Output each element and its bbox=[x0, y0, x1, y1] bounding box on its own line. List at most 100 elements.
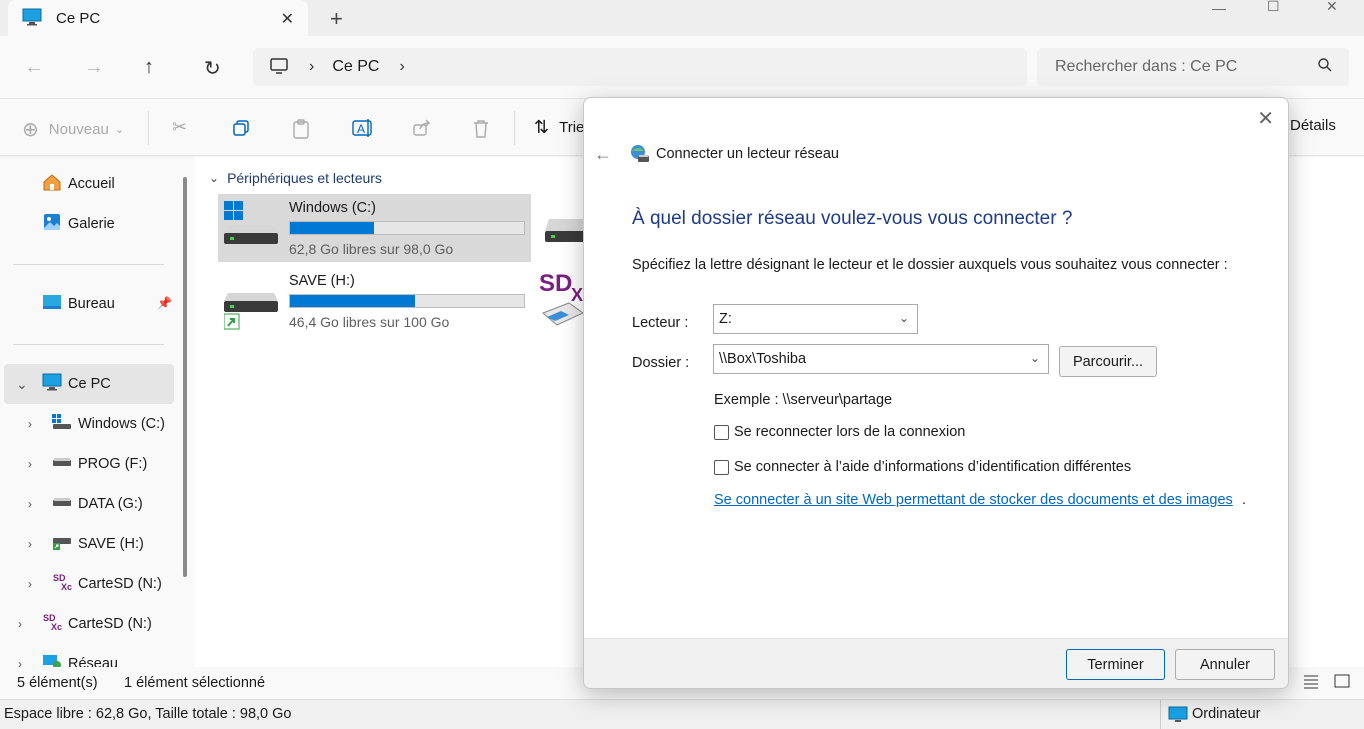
new-button[interactable]: ⊕ Nouveau ⌄ bbox=[22, 117, 124, 142]
sidebar-item-reseau[interactable]: Réseau bbox=[42, 644, 118, 667]
sidebar-item-windows-c[interactable]: Windows (C:) bbox=[52, 404, 165, 444]
details-status-bar: Espace libre : 62,8 Go, Taille totale : … bbox=[0, 699, 1364, 729]
credentials-option[interactable]: Se connecter à l’aide d’informations d’i… bbox=[714, 459, 1131, 475]
pin-icon[interactable]: 📌 bbox=[157, 296, 172, 310]
sidebar-item-label: Windows (C:) bbox=[78, 416, 166, 432]
drive-icon bbox=[545, 217, 585, 250]
tiles-view-icon[interactable] bbox=[1334, 673, 1350, 693]
sidebar-scrollbar[interactable] bbox=[183, 177, 187, 577]
tab-title: Ce PC bbox=[56, 9, 101, 27]
drive-tile-save-h[interactable]: SAVE (H:) 46,4 Go libres sur 100 Go bbox=[218, 267, 531, 335]
divider bbox=[514, 111, 515, 145]
back-arrow-icon[interactable]: ← bbox=[24, 56, 44, 79]
monitor-icon bbox=[269, 57, 289, 78]
sidebar-item-cartesd-n[interactable]: SD Xc CarteSD (N:) bbox=[52, 564, 162, 604]
maximize-icon[interactable]: ☐ bbox=[1267, 0, 1280, 14]
minimize-icon[interactable]: — bbox=[1212, 0, 1226, 16]
share-icon[interactable] bbox=[412, 119, 432, 137]
sort-button[interactable]: ⇅ Trier bbox=[534, 117, 589, 138]
chevron-right-icon[interactable]: › bbox=[28, 457, 32, 471]
chevron-right-icon[interactable]: › bbox=[18, 657, 22, 667]
credentials-checkbox[interactable] bbox=[714, 459, 729, 475]
rename-icon[interactable]: A bbox=[352, 119, 374, 137]
sidebar-item-bureau[interactable]: Bureau bbox=[42, 284, 115, 324]
refresh-icon[interactable]: ↻ bbox=[204, 56, 221, 81]
search-icon bbox=[1317, 57, 1333, 78]
drive-icon bbox=[52, 494, 72, 514]
reconnect-option[interactable]: Se reconnecter lors de la connexion bbox=[714, 424, 965, 440]
sidebar-item-save-h[interactable]: SAVE (H:) bbox=[52, 524, 144, 564]
drive-letter-select[interactable]: Z: ⌄ bbox=[713, 304, 918, 334]
sidebar-item-prog-f[interactable]: PROG (F:) bbox=[52, 444, 147, 484]
browse-button[interactable]: Parcourir... bbox=[1059, 346, 1157, 377]
cut-icon[interactable]: ✂ bbox=[172, 117, 187, 138]
list-view-icon[interactable] bbox=[1303, 673, 1319, 693]
dialog-instructions: Spécifiez la lettre désignant le lecteur… bbox=[632, 257, 1228, 273]
breadcrumb-ce-pc[interactable]: Ce PC bbox=[332, 58, 379, 76]
close-window-icon[interactable]: ✕ bbox=[1326, 0, 1338, 14]
folder-combobox[interactable]: \\Box\Toshiba ⌄ bbox=[713, 344, 1049, 374]
finish-button[interactable]: Terminer bbox=[1066, 649, 1165, 680]
svg-text:X: X bbox=[571, 285, 583, 305]
sidebar-item-galerie[interactable]: Galerie bbox=[42, 204, 115, 244]
pc-icon bbox=[42, 373, 62, 395]
delete-icon[interactable] bbox=[472, 119, 490, 139]
example-text: Exemple : \\serveur\partage bbox=[714, 392, 893, 408]
selection-count: 1 élément sélectionné bbox=[124, 675, 266, 691]
sidebar-item-label: CarteSD (N:) bbox=[78, 576, 162, 592]
address-bar[interactable]: › Ce PC › bbox=[253, 48, 1027, 86]
back-arrow-icon[interactable]: ← bbox=[594, 144, 612, 165]
chevron-down-icon: ⌄ bbox=[114, 124, 125, 136]
plus-circle-icon: ⊕ bbox=[22, 119, 39, 141]
group-header-label: Périphériques et lecteurs bbox=[227, 170, 382, 186]
chevron-right-icon[interactable]: › bbox=[18, 617, 22, 631]
drive-icon bbox=[52, 454, 72, 474]
sidebar-item-cartesd-n-root[interactable]: SD Xc CarteSD (N:) bbox=[42, 604, 152, 644]
paste-icon[interactable] bbox=[292, 119, 310, 139]
dialog-title: Connecter un lecteur réseau bbox=[656, 146, 839, 162]
chevron-right-icon[interactable]: › bbox=[28, 537, 32, 551]
divider bbox=[13, 264, 164, 265]
divider bbox=[148, 111, 149, 145]
new-tab-icon[interactable]: + bbox=[330, 6, 343, 32]
sidebar-item-accueil[interactable]: Accueil bbox=[42, 164, 115, 204]
chevron-right-icon[interactable]: › bbox=[399, 58, 404, 76]
drive-usage-bar bbox=[289, 221, 525, 235]
drive-name: SAVE (H:) bbox=[289, 273, 355, 289]
divider bbox=[13, 344, 164, 345]
sidebar-item-ce-pc[interactable]: Ce PC bbox=[42, 364, 111, 404]
chevron-down-icon[interactable]: ⌄ bbox=[16, 376, 28, 393]
close-tab-icon[interactable]: ✕ bbox=[281, 9, 294, 29]
tab-ce-pc[interactable]: Ce PC ✕ bbox=[8, 0, 308, 36]
chevron-down-icon: ⌄ bbox=[1029, 351, 1040, 365]
web-storage-link[interactable]: Se connecter à un site Web permettant de… bbox=[714, 492, 1233, 508]
dialog-heading: À quel dossier réseau voulez-vous vous c… bbox=[632, 208, 1073, 229]
chevron-right-icon[interactable]: › bbox=[28, 497, 32, 511]
drive-letter-label: Lecteur : bbox=[632, 315, 689, 331]
sidebar-item-label: Ce PC bbox=[68, 376, 111, 392]
up-arrow-icon[interactable]: ↑ bbox=[144, 56, 154, 79]
forward-arrow-icon[interactable]: → bbox=[84, 56, 104, 79]
close-icon[interactable]: ✕ bbox=[1257, 106, 1274, 131]
drive-tile-windows-c[interactable]: Windows (C:) 62,8 Go libres sur 98,0 Go bbox=[218, 194, 531, 262]
link-period: . bbox=[1242, 492, 1247, 508]
group-header[interactable]: ⌄ Périphériques et lecteurs bbox=[209, 170, 382, 186]
reconnect-checkbox[interactable] bbox=[714, 424, 729, 440]
drive-free-space: 46,4 Go libres sur 100 Go bbox=[289, 314, 450, 330]
copy-icon[interactable] bbox=[232, 119, 250, 137]
chevron-right-icon[interactable]: › bbox=[28, 417, 32, 431]
chevron-right-icon[interactable]: › bbox=[309, 58, 314, 76]
cancel-button[interactable]: Annuler bbox=[1175, 649, 1275, 680]
sidebar-item-label: PROG (F:) bbox=[78, 456, 148, 472]
search-input[interactable]: Rechercher dans : Ce PC bbox=[1037, 48, 1349, 86]
search-placeholder: Rechercher dans : Ce PC bbox=[1055, 58, 1238, 75]
sidebar-item-label: DATA (G:) bbox=[78, 496, 143, 512]
dialog-footer: Terminer Annuler bbox=[584, 638, 1288, 688]
sidebar-item-data-g[interactable]: DATA (G:) bbox=[52, 484, 143, 524]
title-bar: Ce PC ✕ + — ☐ ✕ bbox=[0, 0, 1364, 36]
details-button[interactable]: Détails bbox=[1290, 117, 1336, 134]
map-network-drive-dialog: ✕ ← Connecter un lecteur réseau À quel d… bbox=[583, 97, 1289, 689]
desktop-icon bbox=[42, 293, 62, 315]
credentials-label: Se connecter à l’aide d’informations d’i… bbox=[734, 459, 1132, 475]
chevron-right-icon[interactable]: › bbox=[28, 577, 32, 591]
